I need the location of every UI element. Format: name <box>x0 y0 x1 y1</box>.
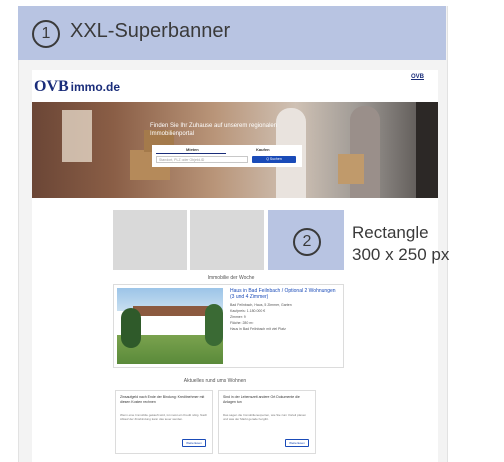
ad-placeholder <box>190 210 264 270</box>
read-more-button[interactable]: Weiterlesen <box>285 439 309 447</box>
rectangle-number-badge: 2 <box>293 228 321 256</box>
tab-kaufen[interactable]: Kaufen <box>256 147 270 152</box>
tab-mieten[interactable]: Mieten <box>186 147 199 152</box>
site-logo[interactable]: OVB immo.de <box>34 78 120 96</box>
superbanner-label: XXL-Superbanner <box>70 20 231 42</box>
week-section-title: Immobilie der Woche <box>207 275 255 281</box>
superbanner-number-badge: 1 <box>32 20 60 48</box>
read-more-button[interactable]: Weiterlesen <box>182 439 206 447</box>
news-teaser: Das sagen die Immobilienexperten, wie Si… <box>223 413 307 421</box>
property-detail: Bad Feilnbach, Haus, 5 Zimmer, Garten <box>230 303 292 307</box>
news-headline[interactable]: Zinsaufgeld nach Ende der Bindung: Kredi… <box>120 395 208 405</box>
news-card[interactable]: Sind in der Lebenszeit andere Ort Dokume… <box>218 390 316 454</box>
property-title-link[interactable]: Haus in Bad Feilnbach / Optional 2 Wohnu… <box>230 288 340 300</box>
property-detail: Kaufpreis: 1.180.000 € <box>230 309 266 313</box>
property-detail: Fläche: 280 m² <box>230 321 254 325</box>
news-headline[interactable]: Sind in der Lebenszeit andere Ort Dokume… <box>223 395 311 405</box>
hero-moving-box <box>338 154 364 184</box>
search-box: Mieten Kaufen Standort, PLZ oder Objekt-… <box>152 145 302 167</box>
tree <box>121 308 141 348</box>
property-photo[interactable] <box>117 288 223 364</box>
search-input[interactable]: Standort, PLZ oder Objekt-ID <box>156 156 248 163</box>
rectangle-label: Rectangle 300 x 250 px <box>352 222 449 266</box>
property-detail: Haus in Bad Feilnbach mit viel Platz <box>230 327 286 331</box>
hero-dark-edge <box>416 102 438 198</box>
hero-window <box>62 110 92 162</box>
news-card[interactable]: Zinsaufgeld nach Ende der Bindung: Kredi… <box>115 390 213 454</box>
header-ovb-link[interactable]: OVB <box>411 74 424 80</box>
search-button[interactable]: Q Suchen <box>252 156 296 163</box>
superbanner-ad-slot[interactable]: 1 XXL-Superbanner <box>18 6 446 60</box>
ad-placeholder <box>113 210 187 270</box>
rectangle-label-size: 300 x 250 px <box>352 245 450 264</box>
active-tab-underline <box>156 153 226 154</box>
hero-person <box>350 106 380 198</box>
rectangle-label-name: Rectangle <box>352 223 429 242</box>
property-card[interactable]: Haus in Bad Feilnbach / Optional 2 Wohnu… <box>113 284 344 368</box>
news-section-title: Aktuelles rund ums Wohnen <box>183 378 247 384</box>
news-teaser: Wenn eine Immobilie gekauft wird, ist me… <box>120 413 208 421</box>
logo-immo: immo.de <box>70 80 121 94</box>
hero-headline: Finden Sie Ihr Zuhause auf unserem regio… <box>150 123 278 137</box>
house-roof <box>133 306 213 316</box>
property-detail: Zimmer: 9 <box>230 315 246 319</box>
logo-ovb: OVB <box>34 78 69 95</box>
tree <box>205 304 223 346</box>
rectangle-ad-slot[interactable]: 2 <box>268 210 344 270</box>
